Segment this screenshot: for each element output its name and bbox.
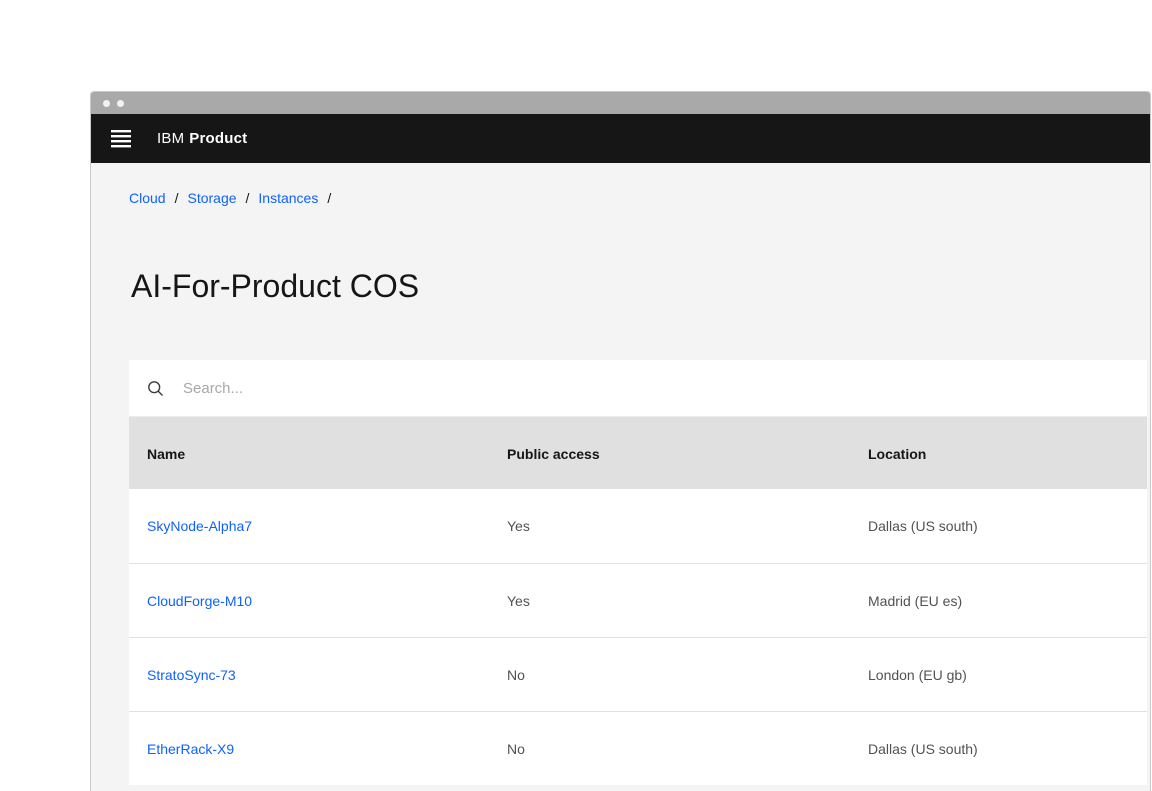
page-title: AI-For-Product COS — [131, 268, 420, 304]
search-input[interactable] — [183, 379, 883, 397]
cell-public-access: No — [507, 666, 525, 683]
cell-name: SkyNode-Alpha7 — [147, 518, 507, 534]
cell-name: CloudForge-M10 — [147, 593, 507, 609]
table-row: SkyNode-Alpha7 Yes Dallas (US south) — [129, 489, 1147, 563]
cell-public-access: No — [507, 740, 525, 757]
table-row: StratoSync-73 No London (EU gb) — [129, 637, 1147, 711]
cell-location: London (EU gb) — [868, 666, 967, 683]
cell-name: StratoSync-73 — [147, 667, 507, 683]
cell-location: Dallas (US south) — [868, 740, 978, 757]
cell-public-access: Yes — [507, 592, 530, 609]
menu-button[interactable] — [109, 127, 133, 151]
brand-name: Product — [189, 130, 248, 147]
breadcrumb-separator: / — [327, 190, 332, 206]
cell-location: Dallas (US south) — [868, 518, 978, 534]
hamburger-menu-icon — [111, 130, 131, 148]
table-header-row: Name Public access Location — [129, 417, 1147, 489]
column-header-public-access: Public access — [507, 446, 600, 462]
instance-link[interactable]: StratoSync-73 — [147, 667, 236, 683]
breadcrumb-separator: / — [245, 190, 250, 206]
page-content: Cloud / Storage / Instances / AI-For-Pro… — [91, 163, 1150, 791]
breadcrumb-link-storage[interactable]: Storage — [187, 190, 236, 206]
cell-public-access: Yes — [507, 518, 530, 534]
instance-link[interactable]: EtherRack-X9 — [147, 741, 234, 757]
window-control-dot[interactable] — [103, 99, 110, 107]
browser-window: IBM Product Cloud / Storage / Instances /… — [90, 91, 1151, 791]
breadcrumb-separator: / — [174, 190, 179, 206]
breadcrumb-link-instances[interactable]: Instances — [258, 190, 318, 206]
table-row: EtherRack-X9 No Dallas (US south) — [129, 711, 1147, 785]
brand: IBM Product — [157, 130, 247, 147]
data-table: Name Public access Location SkyNode-Alph… — [129, 360, 1147, 785]
instance-link[interactable]: SkyNode-Alpha7 — [147, 518, 252, 534]
table-search-bar — [129, 360, 1147, 417]
cell-location: Madrid (EU es) — [868, 592, 963, 609]
window-control-dot[interactable] — [117, 99, 124, 107]
column-header-name: Name — [147, 446, 186, 462]
brand-prefix: IBM — [157, 130, 185, 147]
search-icon — [148, 380, 164, 396]
column-header-location: Location — [868, 446, 927, 462]
table-row: CloudForge-M10 Yes Madrid (EU es) — [129, 563, 1147, 637]
breadcrumb-link-cloud[interactable]: Cloud — [129, 190, 166, 206]
cell-name: EtherRack-X9 — [147, 741, 507, 757]
breadcrumb: Cloud / Storage / Instances / — [129, 190, 1147, 206]
window-titlebar — [91, 92, 1150, 114]
app-header: IBM Product — [91, 114, 1150, 163]
instance-link[interactable]: CloudForge-M10 — [147, 593, 252, 609]
